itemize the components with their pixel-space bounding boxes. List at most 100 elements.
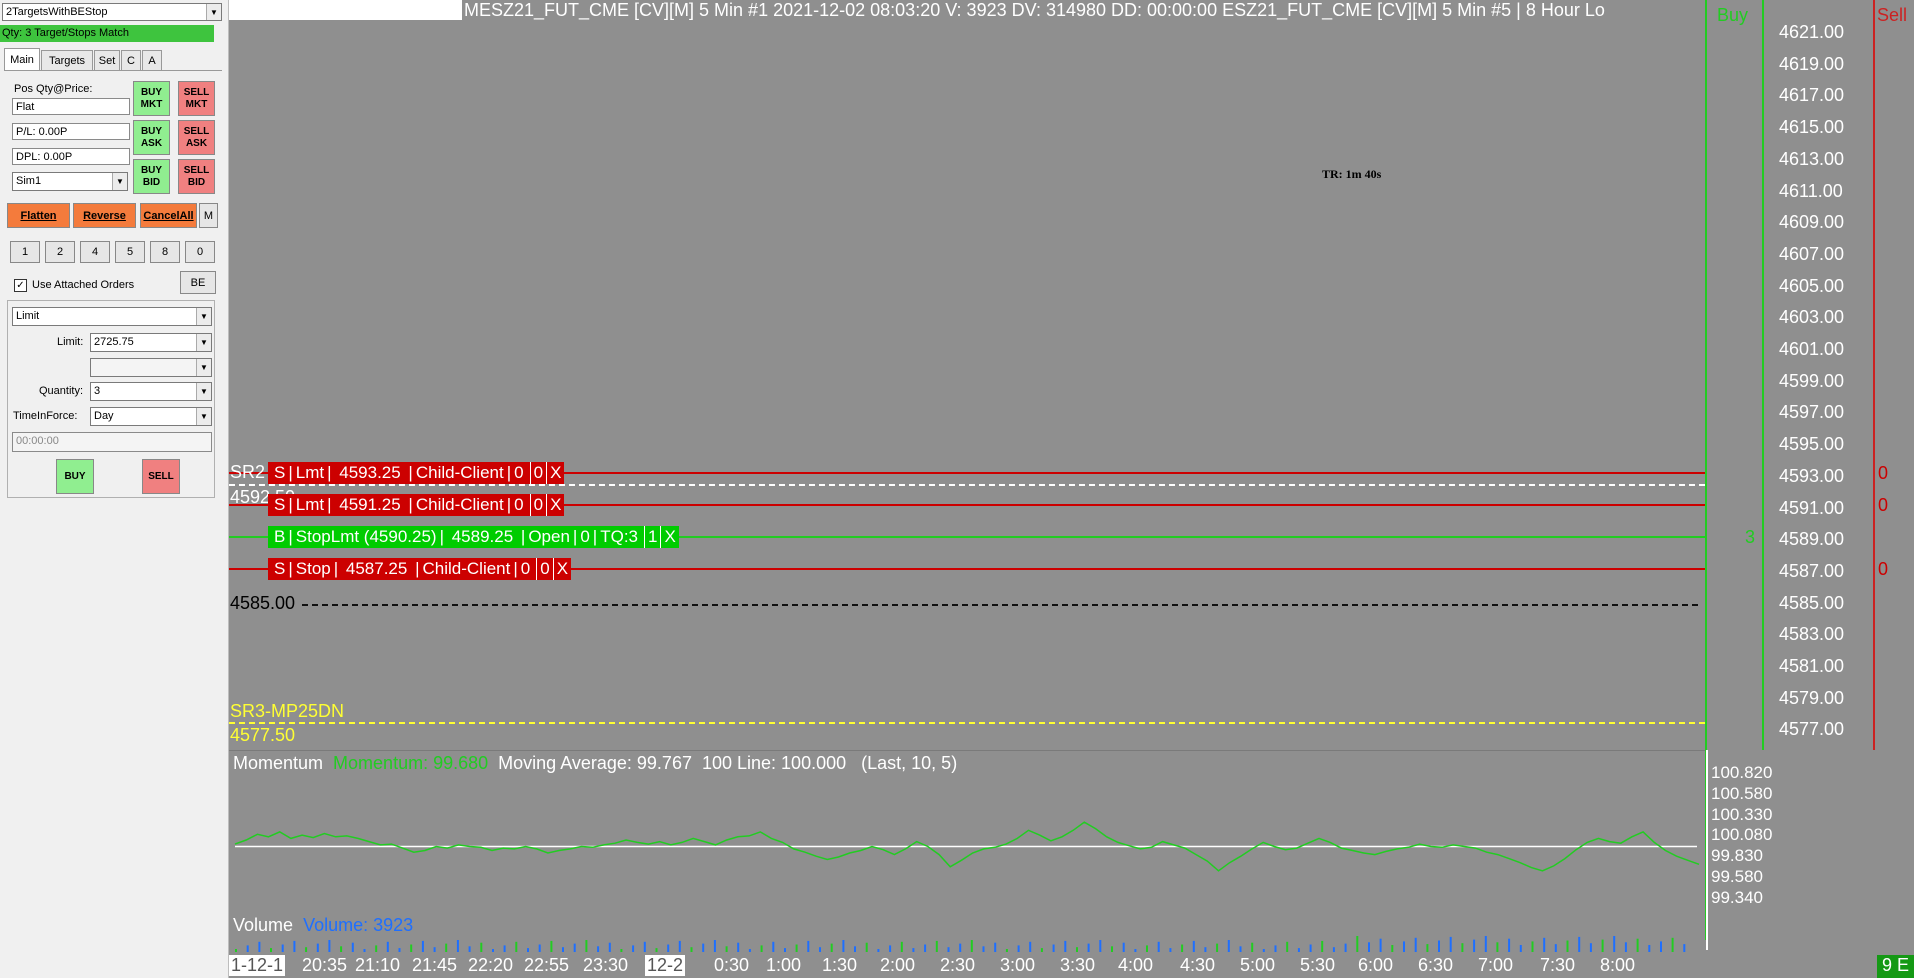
volume-bar	[1671, 937, 1674, 952]
buy-ask-button[interactable]: BUY ASK	[133, 120, 170, 155]
level-4585-label: 4585.00	[230, 593, 296, 613]
volume-bar	[1344, 943, 1347, 952]
chart-header: MESZ21_FUT_CME [CV][M] 5 Min #1 2021-12-…	[464, 0, 1605, 20]
order-side: B	[274, 527, 286, 546]
volume-bar	[1648, 945, 1651, 952]
strategy-select[interactable]: 2TargetsWithBEStop ▼	[2, 3, 222, 21]
order-cancel-button[interactable]: X	[552, 558, 571, 580]
time-axis-label: 3:30	[1060, 955, 1096, 975]
buy-market-button[interactable]: BUY MKT	[133, 81, 170, 116]
order-type-select[interactable]: Limit ▼	[12, 307, 212, 326]
sell-button[interactable]: SELL	[142, 459, 180, 494]
order-qty-b[interactable]: 0	[529, 462, 546, 484]
tab-main[interactable]: Main	[4, 48, 40, 70]
sell-bid-button[interactable]: SELL BID	[178, 159, 215, 194]
volume-bar	[1578, 936, 1581, 952]
account-select[interactable]: Sim1 ▼	[12, 172, 128, 191]
good-till-time-field[interactable]: 00:00:00	[12, 432, 212, 452]
volume-legend: Volume Volume: 3923	[233, 915, 413, 936]
time-axis-label: 0:30	[714, 955, 750, 975]
volume-bar	[258, 941, 261, 952]
volume-bar	[1391, 945, 1394, 952]
qty-button-1[interactable]: 1	[10, 241, 40, 263]
volume-bar	[1052, 944, 1055, 952]
tab-divider	[4, 70, 222, 71]
order-qty-b[interactable]: 0	[529, 494, 546, 516]
volume-bar	[1683, 944, 1686, 952]
order-cancel-button[interactable]: X	[546, 494, 564, 516]
momentum-axis-label: 100.580	[1711, 783, 1773, 803]
dpl-field: DPL: 0.00P	[12, 148, 130, 165]
volume-bar	[667, 944, 670, 952]
tab-c[interactable]: C	[121, 50, 141, 70]
chevron-down-icon: ▼	[196, 359, 211, 376]
price-axis-label: 4593.00	[1779, 465, 1845, 486]
buy-bid-button[interactable]: BUY BID	[133, 159, 170, 194]
qty-button-0[interactable]: 0	[185, 241, 215, 263]
time-axis-label: 5:00	[1240, 955, 1276, 975]
volume-bar	[1438, 940, 1440, 952]
order-qty-b[interactable]: 1	[644, 526, 660, 548]
use-attached-orders-checkbox[interactable]: ✓	[14, 279, 27, 292]
breakeven-button[interactable]: BE	[180, 271, 216, 294]
volume-bar	[1368, 942, 1370, 952]
order-sell-limit-2[interactable]: S | Lmt | 4591.25 | Child-Client | 0 0 X	[268, 494, 565, 516]
limit-price-field[interactable]: 2725.75 ▼	[90, 333, 212, 352]
sell-market-button[interactable]: SELL MKT	[178, 81, 215, 116]
price-axis-label: 4603.00	[1779, 307, 1845, 328]
buy-button[interactable]: BUY	[56, 459, 94, 494]
momentum-axis-label: 100.330	[1711, 804, 1773, 824]
tab-targets[interactable]: Targets	[41, 50, 93, 70]
pl-field: P/L: 0.00P	[12, 123, 130, 140]
qty-button-4[interactable]: 4	[80, 241, 110, 263]
reverse-button[interactable]: Reverse	[73, 203, 136, 228]
volume-bar	[1321, 940, 1324, 952]
volume-bar	[807, 940, 810, 952]
momentum-axis-label: 99.830	[1711, 846, 1763, 866]
sell-ask-button[interactable]: SELL ASK	[178, 120, 215, 155]
price-axis-label: 4613.00	[1779, 148, 1845, 169]
tab-a[interactable]: A	[142, 50, 162, 70]
qty-button-8[interactable]: 8	[150, 241, 180, 263]
chevron-down-icon: ▼	[196, 383, 211, 400]
cancel-all-button[interactable]: CancelAll	[140, 203, 197, 228]
time-axis-label: 23:30	[583, 955, 629, 975]
volume-bar	[1496, 942, 1499, 952]
m-button[interactable]: M	[199, 203, 218, 228]
volume-bar	[1122, 942, 1125, 952]
order-cancel-button[interactable]: X	[660, 526, 678, 548]
volume-bar	[293, 940, 296, 952]
chevron-down-icon: ▼	[196, 308, 211, 325]
volume-bar	[889, 945, 892, 952]
momentum-axis-label: 100.820	[1711, 763, 1773, 782]
volume-bar	[328, 940, 331, 952]
time-axis-label: 7:30	[1540, 955, 1576, 975]
time-axis-label: 8:00	[1600, 955, 1636, 975]
pos-label: Pos Qty@Price:	[14, 83, 93, 95]
time-in-force-select[interactable]: Day ▼	[90, 407, 212, 426]
order-price: 4593.25	[339, 463, 401, 482]
price-axis-label: 4579.00	[1779, 687, 1845, 708]
order-sell-stop[interactable]: S | Stop | 4587.25 | Child-Client | 0 0 X	[268, 558, 572, 580]
price-axis-label: 4597.00	[1779, 402, 1845, 423]
quantity-field[interactable]: 3 ▼	[90, 382, 212, 401]
order-type: Lmt	[295, 495, 325, 514]
volume-bar	[994, 942, 997, 952]
order-sell-limit-1[interactable]: S | Lmt | 4593.25 | Child-Client | 0 0 X	[268, 462, 565, 484]
time-axis-label: 4:00	[1118, 955, 1154, 975]
order-buy-stop-limit[interactable]: B | StopLmt (4590.25) | 4589.25 | Open | 0 | TQ:…	[268, 526, 679, 548]
order-qty-b[interactable]: 0	[536, 558, 552, 580]
flatten-button[interactable]: Flatten	[7, 203, 70, 228]
strategy-status-bar: Qty: 3 Target/Stops Match	[0, 25, 214, 42]
tab-set[interactable]: Set	[94, 50, 120, 70]
volume-bar	[1543, 937, 1546, 952]
volume-bar	[1064, 940, 1067, 952]
time-axis-label: 1:00	[766, 955, 802, 975]
volume-bar	[1449, 936, 1452, 952]
volume-title: Volume	[233, 915, 294, 935]
order-cancel-button[interactable]: X	[546, 462, 564, 484]
volume-bar	[1566, 940, 1569, 952]
qty-button-2[interactable]: 2	[45, 241, 75, 263]
volume-bar	[1251, 942, 1254, 952]
qty-button-5[interactable]: 5	[115, 241, 145, 263]
